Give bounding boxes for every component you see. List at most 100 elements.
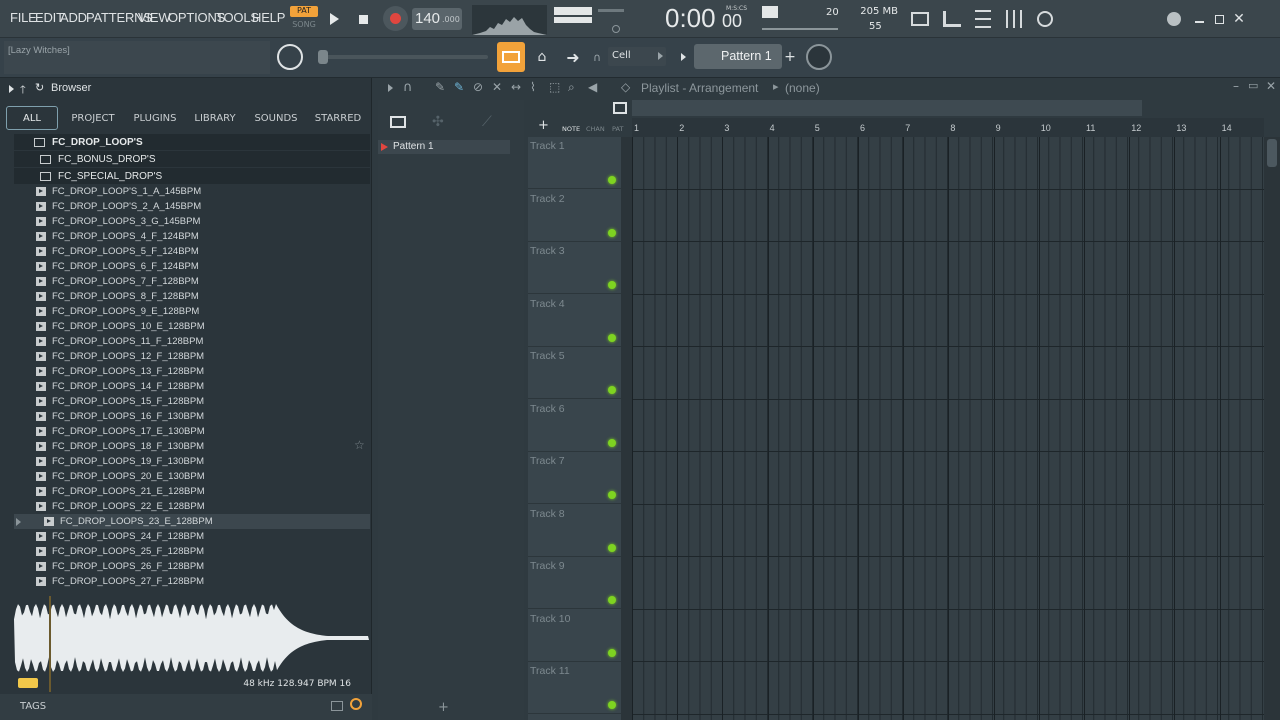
track-mute-led-icon[interactable] xyxy=(608,333,616,342)
online-button[interactable] xyxy=(1164,9,1184,29)
track-mute-led-icon[interactable] xyxy=(608,648,616,657)
panel-maximize-icon[interactable]: ▭ xyxy=(1248,79,1258,92)
track-mute-led-icon[interactable] xyxy=(608,596,616,604)
browser-folder-row[interactable]: FC_BONUS_DROP'S xyxy=(14,151,370,167)
piano-icon[interactable] xyxy=(613,102,627,114)
browser-file-row[interactable]: FC_DROP_LOOPS_15_F_128BPM xyxy=(14,394,370,409)
menu-add[interactable]: ADD xyxy=(60,10,87,25)
tab-sounds[interactable]: SOUNDS xyxy=(246,106,306,130)
track-header[interactable]: Track 8 xyxy=(528,505,621,557)
browser-folder-row[interactable]: FC_SPECIAL_DROP'S xyxy=(14,168,370,184)
tab-project[interactable]: PROJECT xyxy=(62,106,124,130)
hdr-chan[interactable]: CHAN xyxy=(586,125,605,133)
add-pattern-button[interactable]: + xyxy=(783,46,797,68)
track-header[interactable]: Track 10 xyxy=(528,610,621,662)
restore-button[interactable] xyxy=(1210,10,1228,28)
automation-icon[interactable]: ✣ xyxy=(432,114,444,130)
track-mute-led-icon[interactable] xyxy=(608,176,616,184)
curve-icon[interactable]: ⟋ xyxy=(482,114,492,130)
browser-file-row[interactable]: FC_DROP_LOOPS_7_F_128BPM xyxy=(14,274,370,289)
snap-selector[interactable]: Cell xyxy=(608,47,666,66)
tab-library[interactable]: LIBRARY xyxy=(186,106,244,130)
add-pattern-plus-icon[interactable]: + xyxy=(438,700,449,715)
browser-file-row[interactable]: FC_DROP_LOOPS_21_E_128BPM xyxy=(14,484,370,499)
playlist-window-button[interactable] xyxy=(908,7,932,31)
panel-minimize-icon[interactable]: – xyxy=(1233,79,1239,93)
piano-icon[interactable] xyxy=(390,116,406,128)
browser-file-row[interactable]: FC_DROP_LOOP'S_1_A_145BPM xyxy=(14,184,370,199)
up-arrow-icon[interactable]: 🡑 xyxy=(20,81,26,100)
browser-file-row[interactable]: FC_DROP_LOOPS_25_F_128BPM xyxy=(14,544,370,559)
pattern-prev-button[interactable] xyxy=(676,47,690,67)
track-mute-led-icon[interactable] xyxy=(608,386,616,394)
horizontal-scrollbar[interactable] xyxy=(632,100,1142,116)
track-header[interactable]: Track 5 xyxy=(528,347,621,399)
track-mute-led-icon[interactable] xyxy=(608,543,616,552)
menu-view[interactable]: VIEW xyxy=(138,10,171,25)
menu-file[interactable]: FILE xyxy=(10,10,37,25)
track-header[interactable]: Track 1 xyxy=(528,137,621,189)
delete-icon[interactable]: ⊘ xyxy=(473,80,483,94)
time-display[interactable]: 0:00 00 M:S:CS xyxy=(660,3,756,35)
browser-file-row[interactable]: FC_DROP_LOOPS_16_F_130BPM xyxy=(14,409,370,424)
pattern-list-item[interactable]: Pattern 1 xyxy=(378,140,510,154)
pencil-icon[interactable]: ✎ xyxy=(435,80,445,94)
browser-file-row[interactable]: FC_DROP_LOOPS_19_F_130BPM xyxy=(14,454,370,469)
browser-file-row[interactable]: FC_DROP_LOOPS_5_F_124BPM xyxy=(14,244,370,259)
paint-icon[interactable]: ✎ xyxy=(454,80,464,94)
track-header[interactable]: Track 11 xyxy=(528,662,621,714)
stop-button[interactable] xyxy=(352,8,374,30)
master-volume-slider[interactable] xyxy=(552,5,594,25)
menu-help[interactable]: HELP xyxy=(252,10,285,25)
browser-file-row[interactable]: FC_DROP_LOOPS_10_E_128BPM xyxy=(14,319,370,334)
tab-all[interactable]: ALL xyxy=(6,106,58,130)
browser-file-row[interactable]: FC_DROP_LOOPS_11_F_128BPM xyxy=(14,334,370,349)
vertical-scrollbar[interactable] xyxy=(1264,137,1280,720)
track-header[interactable]: Track 4 xyxy=(528,295,621,347)
mixer-window-button[interactable] xyxy=(1002,7,1026,31)
browser-file-row[interactable]: FC_DROP_LOOPS_20_E_130BPM xyxy=(14,469,370,484)
browser-file-row[interactable]: FC_DROP_LOOP'S_2_A_145BPM xyxy=(14,199,370,214)
browser-file-row[interactable]: FC_DROP_LOOPS_14_F_128BPM xyxy=(14,379,370,394)
magnet-icon[interactable]: ∩ xyxy=(403,80,413,95)
slip-icon[interactable]: ↔ xyxy=(511,80,521,94)
zoom-icon[interactable]: ⌕ xyxy=(568,80,575,95)
main-knob[interactable] xyxy=(806,44,832,70)
snap-arrow-button[interactable]: ➜ xyxy=(562,46,584,68)
search-icon[interactable] xyxy=(350,698,362,710)
pattern-selector[interactable]: Pattern 1 xyxy=(694,44,782,69)
record-button[interactable] xyxy=(383,6,408,31)
browser-file-row[interactable]: FC_DROP_LOOPS_27_F_128BPM xyxy=(14,574,370,589)
tab-starred[interactable]: STARRED xyxy=(308,106,368,130)
minimize-button[interactable] xyxy=(1190,10,1208,28)
close-button[interactable]: ✕ xyxy=(1230,10,1248,28)
plugin-picker-button[interactable] xyxy=(1033,7,1057,31)
browser-folder-row[interactable]: FC_DROP_LOOP'S xyxy=(14,134,370,150)
expand-arrows-icon[interactable]: ◇ xyxy=(621,80,630,94)
track-header[interactable]: Track 3 xyxy=(528,242,621,294)
track-header[interactable]: Track 9 xyxy=(528,557,621,609)
folder-icon[interactable] xyxy=(331,701,343,711)
pat-song-toggle[interactable]: PAT SONG xyxy=(290,5,318,33)
browser-file-row[interactable]: FC_DROP_LOOPS_8_F_128BPM xyxy=(14,289,370,304)
waveform-preview[interactable]: 48 kHz 128.947 BPM 16 xyxy=(14,596,369,692)
master-pitch-knob[interactable] xyxy=(277,44,303,70)
track-mute-led-icon[interactable] xyxy=(608,701,616,709)
channel-rack-window-button[interactable] xyxy=(971,7,995,31)
panel-close-icon[interactable]: ✕ xyxy=(1266,79,1276,93)
add-track-plus-icon[interactable]: + xyxy=(538,118,549,133)
slice-icon[interactable]: ⌇ xyxy=(530,80,536,94)
browser-file-row[interactable]: FC_DROP_LOOPS_26_F_128BPM xyxy=(14,559,370,574)
select-icon[interactable]: ⬚ xyxy=(549,80,560,94)
browser-file-row[interactable]: FC_DROP_LOOPS_9_E_128BPM xyxy=(14,304,370,319)
browser-file-row[interactable]: FC_DROP_LOOPS_24_F_128BPM xyxy=(14,529,370,544)
track-mute-led-icon[interactable] xyxy=(608,228,616,237)
master-volume-bar[interactable] xyxy=(318,50,488,64)
track-header[interactable]: Track 7 xyxy=(528,452,621,504)
browser-file-row[interactable]: FC_DROP_LOOPS_23_E_128BPM xyxy=(14,514,370,529)
browser-file-row[interactable]: FC_DROP_LOOPS_22_E_128BPM xyxy=(14,499,370,514)
metronome-button[interactable]: ⌂ xyxy=(530,44,554,70)
browser-file-row[interactable]: FC_DROP_LOOPS_13_F_128BPM xyxy=(14,364,370,379)
browser-file-row[interactable]: FC_DROP_LOOPS_4_F_124BPM xyxy=(14,229,370,244)
chevron-right-icon[interactable] xyxy=(388,84,393,92)
